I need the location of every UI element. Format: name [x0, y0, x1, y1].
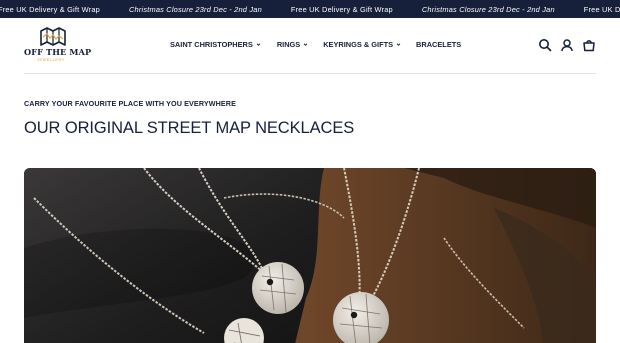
cart-icon[interactable]: [582, 38, 596, 52]
header-divider: [24, 73, 596, 74]
logo-link[interactable]: OFF THE MAP JEWELLERY: [24, 27, 92, 67]
search-icon[interactable]: [538, 38, 552, 52]
chevron-down-icon: [303, 42, 308, 46]
hero-image[interactable]: [24, 168, 596, 343]
nav-item-bracelets[interactable]: BRACELETS: [416, 40, 461, 49]
announcement-bar: Free UK Delivery & Gift Wrap Christmas C…: [0, 0, 620, 18]
site-header: OFF THE MAP JEWELLERY SAINT CHRISTOPHERS…: [0, 18, 620, 74]
nav-item-label: KEYRINGS & GIFTS: [323, 39, 394, 49]
nav-item-keyrings-gifts[interactable]: KEYRINGS & GIFTS: [323, 40, 401, 49]
announcement-item: Christmas Closure 23rd Dec - 2nd Jan: [421, 4, 555, 14]
logo-wordmark: OFF THE MAP: [24, 47, 92, 57]
announcement-item: Free UK Delivery & Gift Wrap: [290, 4, 393, 14]
announcement-item: Free UK Delivery & Gift Wrap: [0, 4, 100, 14]
announcement-item: Free UK Delivery & Gift Wrap: [583, 4, 620, 14]
header-icons: [538, 38, 596, 52]
chevron-down-icon: [256, 42, 261, 46]
announcement-item: Christmas Closure 23rd Dec - 2nd Jan: [128, 4, 262, 14]
account-icon[interactable]: [560, 38, 574, 52]
logo-subtitle: JEWELLERY: [37, 58, 65, 62]
nav-item-rings[interactable]: RINGS: [277, 40, 308, 49]
page-title: OUR ORIGINAL STREET MAP NECKLACES: [24, 119, 355, 137]
section-eyebrow: CARRY YOUR FAVOURITE PLACE WITH YOU EVER…: [24, 99, 236, 108]
announcement-track: Free UK Delivery & Gift Wrap Christmas C…: [0, 0, 620, 18]
chevron-down-icon: [396, 42, 401, 46]
nav-item-saint-christophers[interactable]: SAINT CHRISTOPHERS: [170, 40, 261, 49]
folded-map-logo-icon: [40, 27, 66, 46]
necklaces-photo: [24, 168, 596, 343]
main-nav: SAINT CHRISTOPHERS RINGS KEYRINGS & GIFT…: [170, 37, 461, 51]
nav-item-label: BRACELETS: [416, 39, 462, 49]
nav-item-label: SAINT CHRISTOPHERS: [170, 39, 253, 49]
nav-item-label: RINGS: [276, 39, 301, 49]
